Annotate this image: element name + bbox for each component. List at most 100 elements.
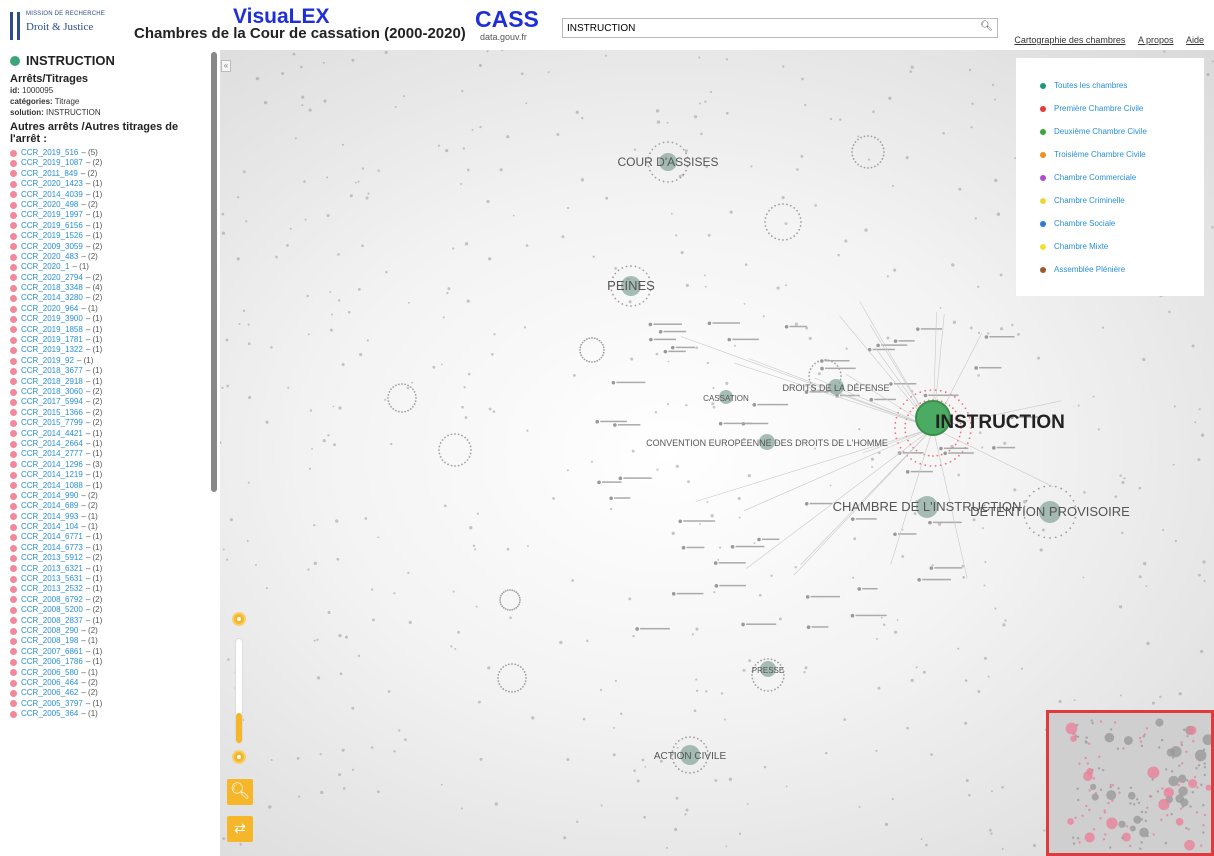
- arret-link[interactable]: CCR_2018_3677: [21, 366, 83, 376]
- graph-dot: [744, 263, 748, 266]
- arret-link[interactable]: CCR_2019_1322: [21, 345, 83, 355]
- zoom-in-button[interactable]: [232, 612, 246, 626]
- graph-dot: [361, 167, 365, 170]
- search-input[interactable]: [567, 21, 967, 36]
- legend-item[interactable]: Chambre Commerciale: [1040, 166, 1204, 189]
- graph-dot: [351, 706, 355, 710]
- arret-link[interactable]: CCR_2019_1858: [21, 325, 83, 335]
- arret-link[interactable]: CCR_2006_464: [21, 678, 78, 688]
- legend-item[interactable]: Chambre Sociale: [1040, 212, 1204, 235]
- arret-link[interactable]: CCR_2011_849: [21, 169, 78, 179]
- link-aide[interactable]: Aide: [1186, 35, 1204, 45]
- arret-link[interactable]: CCR_2019_1997: [21, 210, 83, 220]
- arret-link[interactable]: CCR_2014_6771: [21, 532, 83, 542]
- zoom-slider[interactable]: [235, 638, 243, 744]
- collapse-sidebar-button[interactable]: «: [221, 60, 231, 72]
- arret-link[interactable]: CCR_2013_5912: [21, 553, 83, 563]
- arret-link[interactable]: CCR_2020_964: [21, 304, 78, 314]
- arret-link[interactable]: CCR_2008_2837: [21, 616, 83, 626]
- arret-link[interactable]: CCR_2018_3348: [21, 283, 83, 293]
- arret-link[interactable]: CCR_2013_6321: [21, 564, 83, 574]
- legend-item[interactable]: Chambre Criminelle: [1040, 189, 1204, 212]
- minimap-dot: [1084, 832, 1095, 843]
- legend-item[interactable]: Deuxième Chambre Civile: [1040, 120, 1204, 143]
- arret-link[interactable]: CCR_2006_1786: [21, 657, 83, 667]
- meta-categories-value: Titrage: [54, 97, 80, 106]
- arret-link[interactable]: CCR_2020_2794: [21, 273, 83, 283]
- graph-dot: [242, 170, 246, 174]
- arret-link[interactable]: CCR_2006_580: [21, 668, 78, 678]
- main-cluster-dot: [932, 455, 934, 457]
- cluster-dot: [703, 765, 705, 768]
- mission-droit-justice-logo[interactable]: MISSION DE RECHERCHE Droit & Justice: [8, 8, 128, 42]
- arret-link[interactable]: CCR_2014_6773: [21, 543, 83, 553]
- minimap[interactable]: [1046, 710, 1214, 856]
- arret-link[interactable]: CCR_2015_1366: [21, 408, 83, 418]
- graph-dot: [226, 384, 230, 388]
- arret-link[interactable]: CCR_2020_1: [21, 262, 69, 272]
- arret-link[interactable]: CCR_2014_2777: [21, 449, 83, 459]
- arret-link[interactable]: CCR_2019_516: [21, 148, 78, 158]
- arret-link[interactable]: CCR_2020_498: [21, 200, 78, 210]
- cluster-dot: [517, 664, 519, 667]
- arret-link[interactable]: CCR_2013_2532: [21, 584, 83, 594]
- arret-dot-icon: [10, 710, 17, 718]
- arret-link[interactable]: CCR_2008_198: [21, 636, 78, 646]
- arret-link[interactable]: CCR_2006_462: [21, 688, 78, 698]
- arret-link[interactable]: CCR_2014_4421: [21, 429, 83, 439]
- arret-dot-icon: [10, 180, 17, 188]
- legend-item[interactable]: Troisième Chambre Civile: [1040, 143, 1204, 166]
- arret-link[interactable]: CCR_2005_3797: [21, 699, 83, 709]
- arret-link[interactable]: CCR_2014_990: [21, 491, 78, 501]
- layout-button[interactable]: ⇄: [227, 816, 253, 842]
- arret-link[interactable]: CCR_2019_1526: [21, 231, 83, 241]
- arret-link[interactable]: CCR_2020_1423: [21, 179, 83, 189]
- graph-dot: [452, 590, 455, 593]
- graph-dot: [737, 496, 741, 501]
- legend-item[interactable]: Assemblée Plénière: [1040, 258, 1204, 281]
- arret-link[interactable]: CCR_2014_689: [21, 501, 78, 511]
- graph-search-button[interactable]: 🔍︎: [227, 779, 253, 805]
- arret-link[interactable]: CCR_2015_7799: [21, 418, 83, 428]
- arret-link[interactable]: CCR_2008_5200: [21, 605, 83, 615]
- arret-link[interactable]: CCR_2014_1088: [21, 481, 83, 491]
- arret-link[interactable]: CCR_2008_290: [21, 626, 78, 636]
- graph-dot: [446, 291, 449, 295]
- arret-link[interactable]: CCR_2014_104: [21, 522, 78, 532]
- minimap-dot: [1087, 742, 1091, 745]
- minor-node: [943, 451, 948, 456]
- arret-link[interactable]: CCR_2014_4039: [21, 190, 83, 200]
- arret-link[interactable]: CCR_2019_1087: [21, 158, 83, 168]
- arret-link[interactable]: CCR_2014_993: [21, 512, 78, 522]
- arret-link[interactable]: CCR_2018_2918: [21, 377, 83, 387]
- arret-link[interactable]: CCR_2014_1219: [21, 470, 83, 480]
- search-icon[interactable]: 🔍︎: [980, 21, 993, 32]
- link-cartographie[interactable]: Cartographie des chambres: [1014, 35, 1125, 45]
- arret-link[interactable]: CCR_2019_3900: [21, 314, 83, 324]
- arret-link[interactable]: CCR_2020_483: [21, 252, 78, 262]
- link-a-propos[interactable]: A propos: [1138, 35, 1174, 45]
- arret-link[interactable]: CCR_2009_3059: [21, 242, 83, 252]
- arret-link[interactable]: CCR_2018_3060: [21, 387, 83, 397]
- arret-link[interactable]: CCR_2019_92: [21, 356, 74, 366]
- arret-link[interactable]: CCR_2014_3280: [21, 293, 83, 303]
- legend-item[interactable]: Chambre Mixte: [1040, 235, 1204, 258]
- cluster-dot: [441, 439, 444, 441]
- arret-link[interactable]: CCR_2019_1781: [21, 335, 83, 345]
- minimap-dot: [1078, 762, 1081, 765]
- arret-link[interactable]: CCR_2013_5631: [21, 574, 83, 584]
- arret-link[interactable]: CCR_2014_2664: [21, 439, 83, 449]
- arret-link[interactable]: CCR_2007_6861: [21, 647, 83, 657]
- graph-dot: [750, 165, 753, 168]
- cass-logo[interactable]: CASS: [475, 6, 539, 33]
- legend-item[interactable]: Toutes les chambres: [1040, 74, 1204, 97]
- legend-item[interactable]: Première Chambre Civile: [1040, 97, 1204, 120]
- cluster-dot: [851, 147, 854, 150]
- arret-link[interactable]: CCR_2005_364: [21, 709, 78, 719]
- arret-link[interactable]: CCR_2017_5994: [21, 397, 83, 407]
- arret-link[interactable]: CCR_2014_1296: [21, 460, 83, 470]
- zoom-out-button[interactable]: [232, 750, 246, 764]
- arret-link[interactable]: CCR_2019_6156: [21, 221, 83, 231]
- arret-link[interactable]: CCR_2008_6792: [21, 595, 83, 605]
- sidebar-scrollbar[interactable]: [211, 52, 217, 492]
